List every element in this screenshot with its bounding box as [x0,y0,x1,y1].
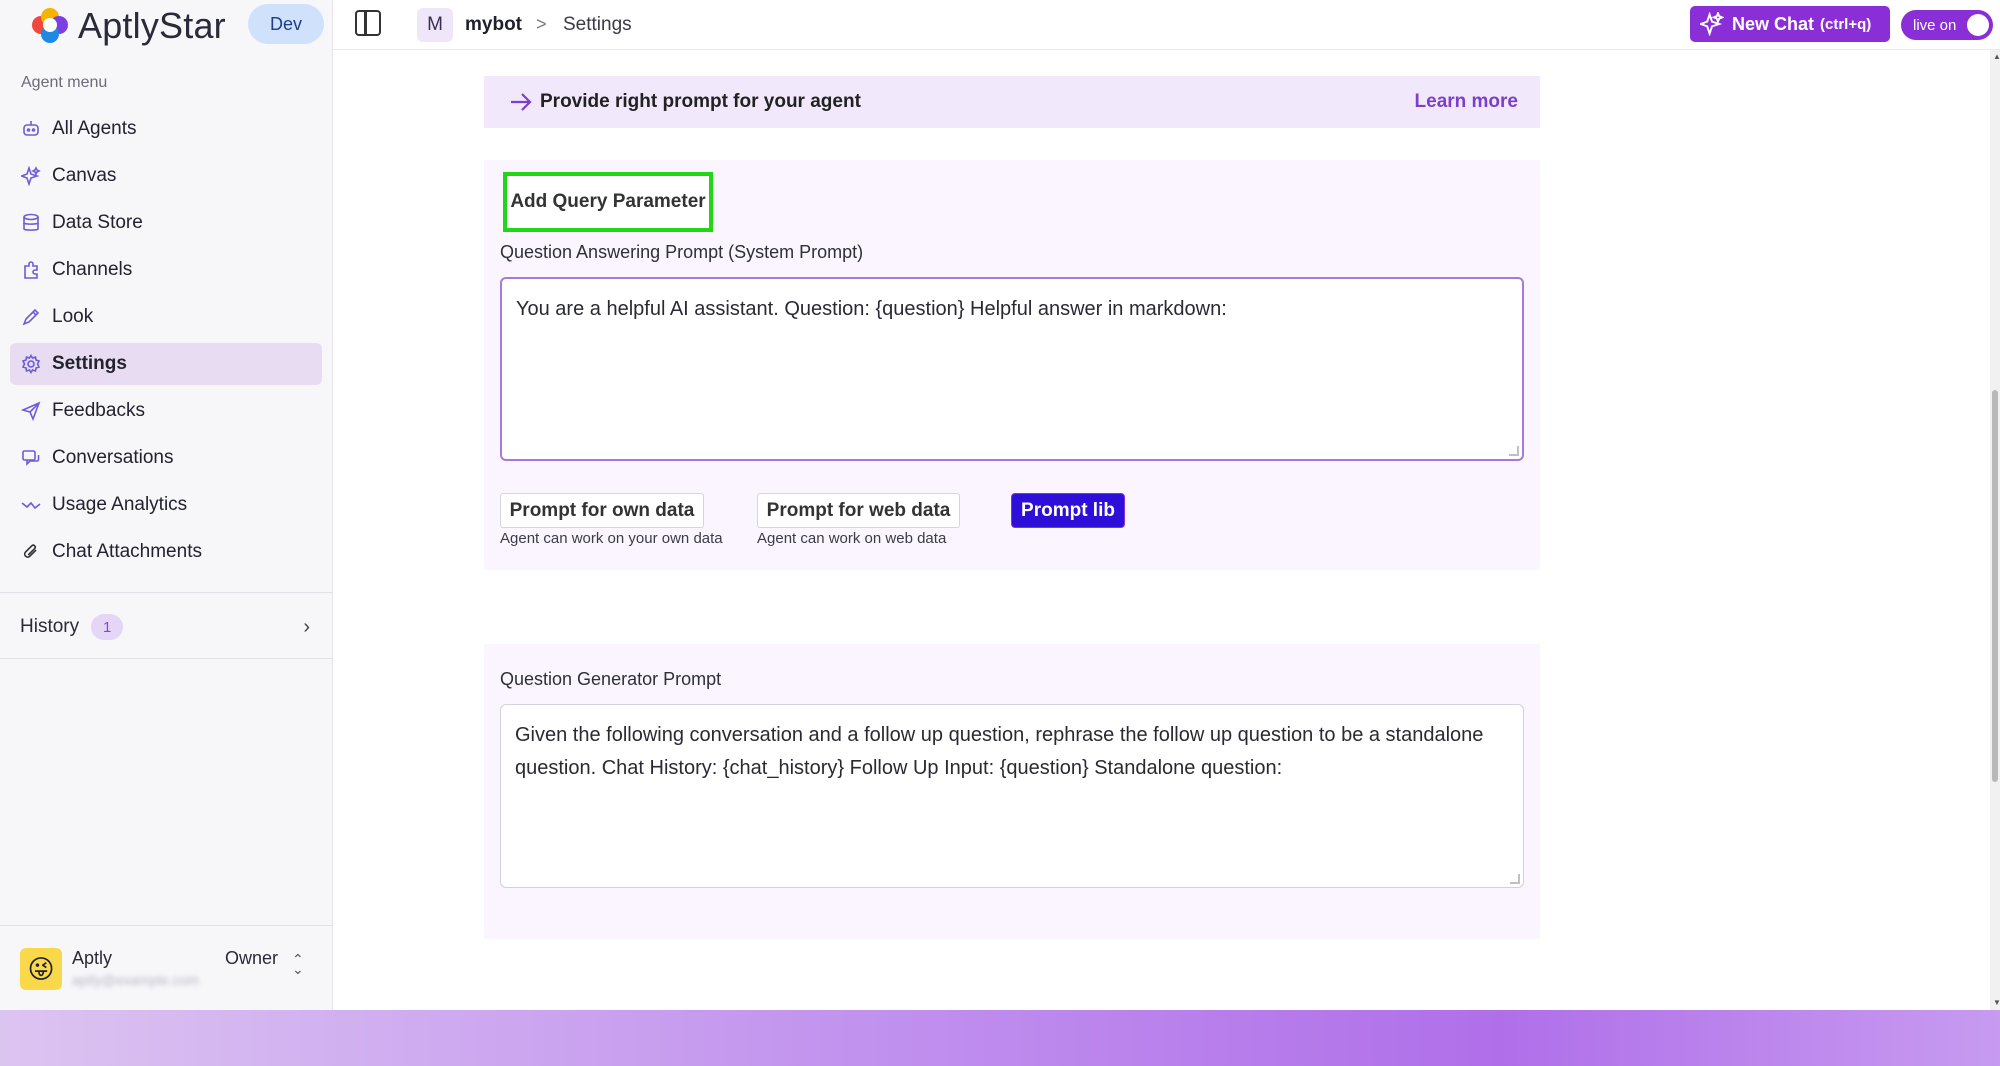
prompt-tip-banner: Provide right prompt for your agent Lear… [484,76,1540,128]
toggle-knob [1967,14,1989,36]
new-chat-label: New Chat [1732,13,1815,34]
live-toggle-label: live on [1913,16,1957,34]
gear-icon [20,353,42,375]
bottom-gradient-band [0,1010,2000,1066]
pen-icon [20,306,42,328]
paperclip-icon [20,541,42,563]
resize-handle-icon[interactable] [1509,446,1519,456]
divider [0,925,333,926]
new-chat-button[interactable]: New Chat (ctrl+q) [1690,6,1890,42]
sidebar-item-label: Look [52,306,94,327]
user-email: aptly@example.com [72,972,200,988]
sidebar-item-label: All Agents [52,118,137,139]
add-query-parameter-button[interactable]: Add Query Parameter [503,172,713,232]
trend-icon [20,494,42,516]
breadcrumb-current-page: Settings [563,14,632,35]
qg-prompt-value: Given the following conversation and a f… [515,724,1484,779]
resize-handle-icon[interactable] [1510,874,1520,884]
new-chat-shortcut: (ctrl+q) [1820,15,1872,33]
send-icon [20,400,42,422]
arrow-right-icon [511,93,532,111]
sidebar-item-canvas[interactable]: Canvas [10,155,322,197]
sidebar-item-conversations[interactable]: Conversations [10,437,322,479]
database-icon [20,212,42,234]
sidebar-item-label: Chat Attachments [52,541,202,562]
sidebar-item-usage-analytics[interactable]: Usage Analytics [10,484,322,526]
sidebar-item-settings[interactable]: Settings [10,343,322,385]
sidebar-item-label: Feedbacks [52,400,145,421]
prompt-own-data-note: Agent can work on your own data [500,530,723,547]
chevron-up-down-icon[interactable]: ⌃ ⌄ [292,952,304,976]
sidebar-item-feedbacks[interactable]: Feedbacks [10,390,322,432]
prompt-web-data-button[interactable]: Prompt for web data [757,493,960,528]
sidebar-item-label: Conversations [52,447,174,468]
user-name: Aptly [72,948,113,968]
breadcrumb-separator: > [536,14,547,34]
qa-prompt-value: You are a helpful AI assistant. Question… [516,298,1227,320]
prompt-web-data-note: Agent can work on web data [757,530,947,547]
learn-more-link[interactable]: Learn more [1415,91,1518,113]
live-toggle[interactable]: live on [1901,10,1993,40]
scroll-down-icon[interactable]: ▼ [1993,998,2000,1007]
sidebar: AptlyStar Dev Agent menu All Agents Canv… [0,0,333,1010]
avatar: 😜 [20,948,62,990]
environment-badge[interactable]: Dev [248,4,324,44]
sidebar-item-label: Canvas [52,165,117,186]
chat-icon [20,447,42,469]
sidebar-item-channels[interactable]: Channels [10,249,322,291]
sidebar-item-chat-attachments[interactable]: Chat Attachments [10,531,322,573]
brand[interactable]: AptlyStar [30,4,226,48]
aptlystar-logo-icon [30,6,70,46]
top-bar: M mybot > Settings New Chat (ctrl+q) liv… [333,0,2000,50]
bot-avatar: M [417,8,453,42]
banner-text: Provide right prompt for your agent [540,91,861,112]
qg-prompt-label: Question Generator Prompt [500,669,722,689]
agent-menu-label: Agent menu [21,74,108,91]
brand-name: AptlyStar [78,5,226,46]
sidebar-item-label: Usage Analytics [52,494,188,515]
sidebar-item-all-agents[interactable]: All Agents [10,108,322,150]
qa-prompt-textarea[interactable]: You are a helpful AI assistant. Question… [500,277,1524,461]
user-role: Owner [225,948,279,968]
sidebar-item-data-store[interactable]: Data Store [10,202,322,244]
sparkle-icon [20,165,42,187]
sidebar-item-label: Data Store [52,212,143,233]
sparkle-icon [1700,12,1724,36]
divider [0,592,333,593]
history-label: History [20,616,80,637]
sidebar-item-label: Channels [52,259,133,280]
scroll-up-icon[interactable]: ▲ [1993,52,2000,61]
chevron-right-icon: › [303,615,310,638]
divider [0,658,333,659]
history-toggle[interactable]: History 1 › [20,612,310,642]
agent-menu: All Agents Canvas Data Store Channels Lo… [10,108,322,578]
scrollbar-thumb[interactable] [1992,390,1998,782]
history-count-badge: 1 [91,614,124,640]
user-menu[interactable]: 😜 Aptly aptly@example.com Owner ⌃ ⌄ [20,944,315,994]
prompt-lib-button[interactable]: Prompt lib [1011,493,1125,528]
sidebar-toggle-icon[interactable] [355,10,381,36]
bot-icon [20,118,42,140]
sidebar-item-look[interactable]: Look [10,296,322,338]
prompt-own-data-button[interactable]: Prompt for own data [500,493,704,528]
breadcrumb-bot[interactable]: mybot [465,14,522,36]
qa-prompt-label: Question Answering Prompt (System Prompt… [500,242,864,262]
puzzle-icon [20,259,42,281]
sidebar-item-label: Settings [52,353,127,374]
qg-prompt-textarea[interactable]: Given the following conversation and a f… [500,704,1524,888]
